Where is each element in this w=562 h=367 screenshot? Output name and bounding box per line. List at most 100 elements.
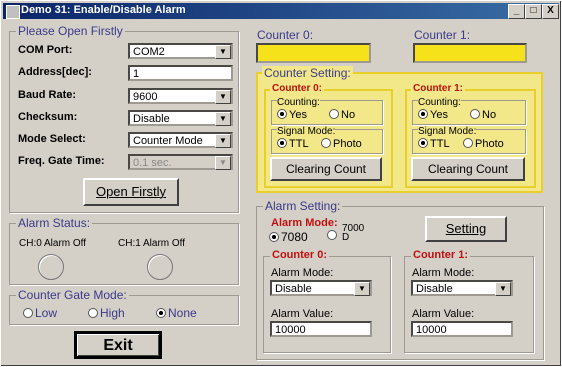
- cs1-photo-label: Photo: [475, 138, 504, 150]
- cs0-clear-button[interactable]: Clearing Count: [270, 157, 382, 181]
- radio-selected-icon: [277, 109, 287, 119]
- as0-value-label: Alarm Value:: [271, 308, 334, 320]
- counter0-label: Counter 0:: [257, 28, 314, 42]
- cs0-no-radio[interactable]: No: [329, 109, 355, 121]
- cs1-no-label: No: [482, 109, 497, 121]
- radio-icon: [470, 109, 480, 119]
- close-button[interactable]: X: [542, 4, 559, 19]
- radio-icon: [88, 308, 98, 318]
- as-counter0-legend: Counter 0:: [270, 249, 329, 261]
- alarm-status-legend: Alarm Status:: [16, 216, 93, 230]
- counter1-display: [413, 43, 527, 63]
- alarm-7080-label: 7080: [281, 230, 308, 244]
- chevron-down-icon[interactable]: ▼: [495, 282, 511, 296]
- checksum-select[interactable]: Disable ▼: [128, 110, 233, 126]
- radio-selected-icon: [156, 308, 166, 318]
- as-counter1-legend: Counter 1:: [411, 249, 470, 261]
- chevron-down-icon[interactable]: ▼: [215, 45, 231, 59]
- chevron-down-icon[interactable]: ▼: [215, 156, 231, 170]
- cs0-ttl-radio[interactable]: TTL: [277, 138, 309, 150]
- as0-mode-select[interactable]: Disable ▼: [270, 280, 372, 296]
- alarm-setting-legend: Alarm Setting:: [263, 199, 343, 213]
- gate-mode-legend: Counter Gate Mode:: [16, 288, 129, 302]
- chevron-down-icon[interactable]: ▼: [354, 282, 370, 296]
- ch1-alarm-led-icon: [147, 254, 173, 280]
- baud-rate-select[interactable]: 9600 ▼: [128, 88, 233, 104]
- as0-value-input[interactable]: 10000: [270, 321, 372, 337]
- cs1-signal-label: Signal Mode:: [418, 126, 477, 137]
- radio-selected-icon: [418, 109, 428, 119]
- app-icon: [6, 5, 20, 19]
- title-bar[interactable]: Demo 31: Enable/Disable Alarm _ □ X: [3, 3, 559, 19]
- chevron-down-icon[interactable]: ▼: [215, 112, 231, 126]
- as1-mode-label: Alarm Mode:: [412, 267, 475, 279]
- as1-value: 10000: [416, 324, 447, 336]
- chevron-down-icon[interactable]: ▼: [215, 90, 231, 104]
- gate-high-radio[interactable]: High: [88, 306, 125, 320]
- gate-low-label: Low: [35, 306, 58, 320]
- cs0-photo-label: Photo: [333, 138, 362, 150]
- as1-value-input[interactable]: 10000: [411, 321, 513, 337]
- gate-low-radio[interactable]: Low: [23, 306, 57, 320]
- open-firstly-legend: Please Open Firstly: [16, 24, 125, 38]
- cs1-yes-radio[interactable]: Yes: [418, 109, 448, 121]
- as0-mode-label: Alarm Mode:: [271, 267, 334, 279]
- cs1-clear-button[interactable]: Clearing Count: [411, 157, 525, 181]
- cs0-no-label: No: [341, 109, 356, 121]
- address-label: Address[dec]:: [18, 66, 92, 78]
- maximize-button[interactable]: □: [525, 4, 542, 19]
- mode-select[interactable]: Counter Mode ▼: [128, 132, 233, 148]
- radio-icon: [321, 138, 331, 148]
- as1-mode-select[interactable]: Disable ▼: [411, 280, 513, 296]
- as1-value-label: Alarm Value:: [412, 308, 475, 320]
- radio-selected-icon: [277, 138, 287, 148]
- counter-setting-legend: Counter Setting:: [262, 66, 353, 80]
- as0-mode-value: Disable: [275, 283, 312, 295]
- gate-time-select[interactable]: 0.1 sec. ▼: [128, 154, 233, 170]
- ch1-alarm-label: CH:1 Alarm Off: [118, 238, 186, 249]
- cs1-no-radio[interactable]: No: [470, 109, 496, 121]
- cs1-ttl-radio[interactable]: TTL: [418, 138, 450, 150]
- cs0-yes-radio[interactable]: Yes: [277, 109, 307, 121]
- radio-icon: [329, 109, 339, 119]
- exit-button[interactable]: Exit: [74, 331, 162, 359]
- ch0-alarm-label: CH:0 Alarm Off: [19, 238, 87, 249]
- cs0-counting-label: Counting:: [277, 97, 320, 108]
- baud-rate-label: Baud Rate:: [18, 89, 77, 101]
- alarm-7080-radio[interactable]: 7080: [269, 230, 308, 244]
- cs1-photo-radio[interactable]: Photo: [463, 138, 504, 150]
- alarm-7000-radio[interactable]: [327, 230, 339, 242]
- window-title: Demo 31: Enable/Disable Alarm: [21, 4, 186, 16]
- chevron-down-icon[interactable]: ▼: [215, 134, 231, 148]
- gate-none-label: None: [168, 306, 197, 320]
- alarm-7000-label: 7000 D: [342, 224, 364, 243]
- com-port-select[interactable]: COM2 ▼: [128, 43, 233, 59]
- cs0-signal-label: Signal Mode:: [277, 126, 336, 137]
- radio-selected-icon: [418, 138, 428, 148]
- gate-none-radio[interactable]: None: [156, 306, 197, 320]
- minimize-button[interactable]: _: [508, 4, 525, 19]
- cs1-ttl-label: TTL: [430, 138, 450, 150]
- gate-time-value: 0.1 sec.: [133, 157, 172, 169]
- cs0-yes-label: Yes: [289, 109, 307, 121]
- alarm-mode-label: Alarm Mode:: [271, 217, 338, 229]
- address-value: 1: [133, 68, 140, 80]
- counter0-display: [256, 43, 371, 63]
- gate-time-label: Freq. Gate Time:: [18, 155, 105, 167]
- open-firstly-button[interactable]: Open Firstly: [83, 178, 179, 206]
- radio-selected-icon: [269, 232, 279, 242]
- checksum-value: Disable: [133, 113, 170, 125]
- setting-button[interactable]: Setting: [425, 216, 507, 242]
- radio-icon: [23, 308, 33, 318]
- address-input[interactable]: 1: [128, 65, 233, 81]
- as1-mode-value: Disable: [416, 283, 453, 295]
- radio-icon: [327, 230, 337, 240]
- checksum-label: Checksum:: [18, 111, 78, 123]
- baud-rate-value: 9600: [133, 91, 158, 103]
- cs0-ttl-label: TTL: [289, 138, 309, 150]
- radio-icon: [463, 138, 473, 148]
- cs0-photo-radio[interactable]: Photo: [321, 138, 362, 150]
- counter1-label: Counter 1:: [414, 28, 471, 42]
- mode-select-label: Mode Select:: [18, 133, 86, 145]
- gate-high-label: High: [100, 306, 125, 320]
